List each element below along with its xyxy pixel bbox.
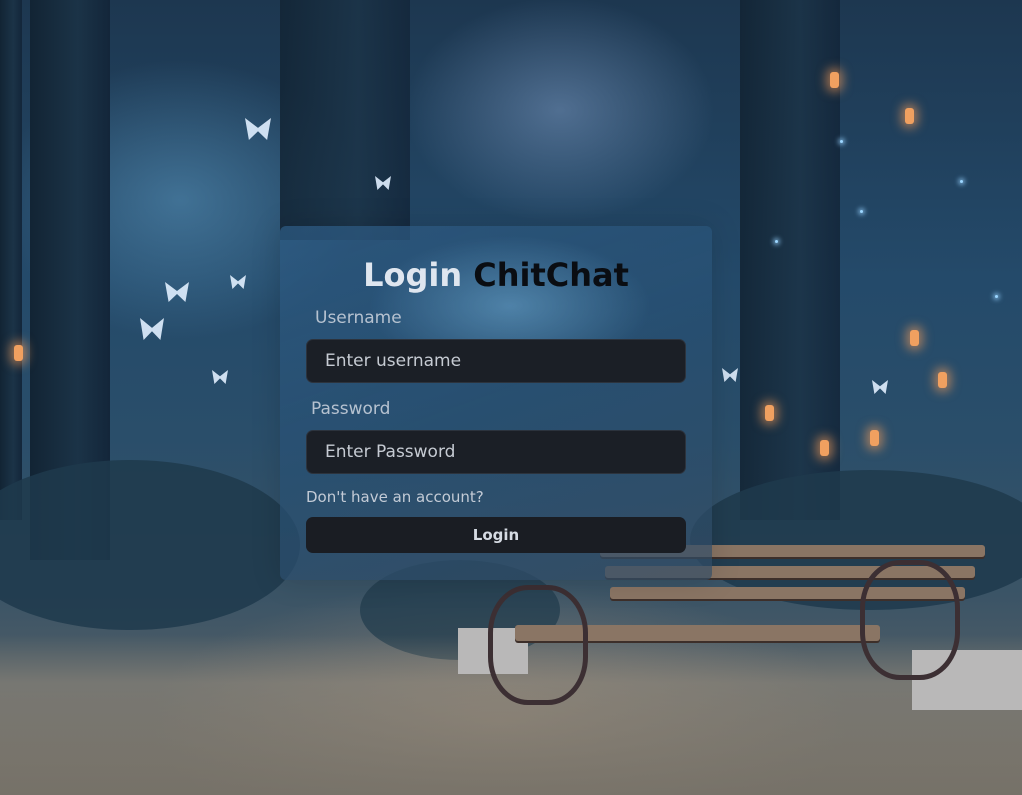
lantern xyxy=(905,108,914,124)
bench-armrest-left xyxy=(488,585,588,705)
firefly xyxy=(960,180,963,183)
lantern xyxy=(820,440,829,456)
firefly xyxy=(775,240,778,243)
firefly xyxy=(995,295,998,298)
username-label: Username xyxy=(315,308,402,328)
butterfly xyxy=(872,380,888,394)
title-app-name: ChitChat xyxy=(473,256,629,294)
password-input[interactable] xyxy=(306,430,686,474)
butterfly xyxy=(140,318,164,340)
butterfly xyxy=(230,275,246,289)
signup-link[interactable]: Don't have an account? xyxy=(306,488,484,506)
password-label: Password xyxy=(311,399,391,419)
login-card: Login ChitChat Username Password Don't h… xyxy=(280,226,712,580)
firefly xyxy=(860,210,863,213)
butterfly xyxy=(165,282,189,302)
butterfly xyxy=(212,370,228,384)
title-login-word: Login xyxy=(363,256,463,294)
lantern xyxy=(765,405,774,421)
tree-trunk xyxy=(280,0,410,240)
lantern xyxy=(870,430,879,446)
butterfly xyxy=(722,368,738,382)
lantern xyxy=(830,72,839,88)
lantern xyxy=(910,330,919,346)
login-button[interactable]: Login xyxy=(306,517,686,553)
butterfly xyxy=(245,118,271,140)
username-input[interactable] xyxy=(306,339,686,383)
forest-background: Login ChitChat Username Password Don't h… xyxy=(0,0,1022,795)
login-title: Login ChitChat xyxy=(280,256,712,294)
lantern xyxy=(14,345,23,361)
bush xyxy=(0,460,300,630)
bench-armrest-right xyxy=(860,560,960,680)
lantern xyxy=(938,372,947,388)
tree-trunk xyxy=(0,0,22,520)
firefly xyxy=(840,140,843,143)
